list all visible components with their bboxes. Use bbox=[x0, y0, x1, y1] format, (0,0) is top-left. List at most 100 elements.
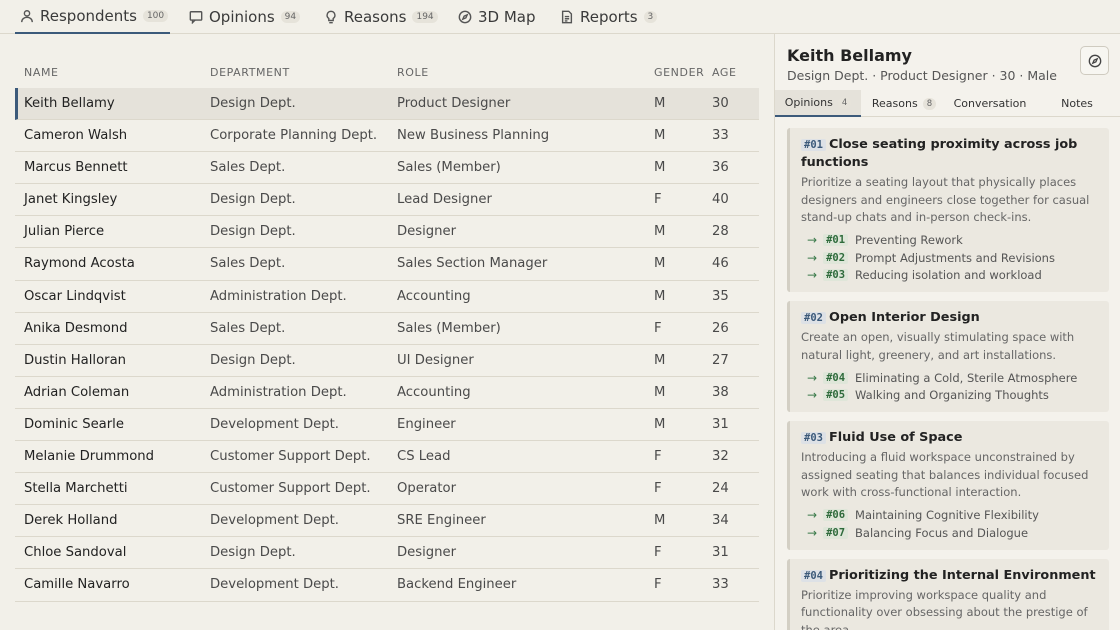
table-row[interactable]: Camille Navarro Development Dept. Backend … bbox=[15, 569, 759, 602]
cell-department: Administration Dept. bbox=[210, 288, 347, 304]
cell-age: 26 bbox=[712, 320, 729, 336]
table-row[interactable]: Raymond Acosta Sales Dept. Sales Section M… bbox=[15, 248, 759, 281]
reason-link[interactable]: → #03 Reducing isolation and workload bbox=[807, 267, 1099, 285]
cell-department: Sales Dept. bbox=[210, 160, 286, 176]
tab-respondents[interactable]: Respondents 100 bbox=[15, 0, 170, 34]
opinion-id-badge: #02 bbox=[801, 312, 826, 324]
cell-name: Marcus Bennett bbox=[24, 160, 128, 176]
detail-tab-opinions[interactable]: Opinions 4 bbox=[775, 90, 861, 117]
detail-tab-conversation[interactable]: Conversation bbox=[947, 90, 1033, 117]
reason-id-badge: #05 bbox=[823, 389, 849, 402]
cell-age: 30 bbox=[712, 96, 729, 111]
table-row[interactable]: Dominic Searle Development Dept. Engineer M… bbox=[15, 409, 759, 442]
opinion-card[interactable]: #04 Prioritizing the Internal Environment… bbox=[787, 558, 1109, 630]
detail-tab-notes[interactable]: Notes bbox=[1033, 90, 1120, 117]
reason-label: Reducing isolation and workload bbox=[855, 268, 1042, 283]
reason-label: Preventing Rework bbox=[855, 233, 963, 248]
cell-age: 34 bbox=[712, 513, 729, 529]
opinion-id-badge: #04 bbox=[801, 569, 826, 582]
reason-link[interactable]: → #04 Eliminating a Cold, Sterile Atmosphe… bbox=[807, 369, 1099, 387]
table-row[interactable]: Janet Kingsley Design Dept. Lead Designer F… bbox=[15, 184, 759, 217]
cell-gender: M bbox=[654, 160, 666, 176]
arrow-right-icon: → bbox=[807, 250, 818, 265]
reason-label: Eliminating a Cold, Sterile Atmosphere bbox=[855, 370, 1078, 385]
reason-link[interactable]: → #06 Maintaining Cognitive Flexibility bbox=[807, 507, 1099, 525]
opinion-card[interactable]: #03 Fluid Use of Space Introducing a fluid… bbox=[787, 421, 1109, 550]
cell-name: Stella Marchetti bbox=[24, 481, 128, 497]
reason-link[interactable]: → #02 Prompt Adjustments and Revisions bbox=[807, 249, 1099, 267]
tab-3d-map[interactable]: 3D Map bbox=[458, 0, 536, 34]
cell-age: 35 bbox=[712, 288, 729, 304]
cell-department: Corporate Planning Dept. bbox=[210, 128, 378, 144]
tab-label: Reports bbox=[580, 8, 638, 26]
arrow-right-icon: → bbox=[807, 233, 818, 248]
count-badge: 4 bbox=[837, 96, 852, 109]
opinion-card[interactable]: #01 Close seating proximity across job fu… bbox=[787, 128, 1109, 292]
column-header-department[interactable]: DEPARTMENT bbox=[210, 66, 290, 79]
table-row[interactable]: Adrian Coleman Administration Dept. Accoun… bbox=[15, 377, 759, 409]
lightbulb-icon bbox=[326, 10, 336, 24]
document-icon bbox=[561, 10, 573, 24]
opinion-title-text: Open Interior Design bbox=[828, 310, 980, 325]
cell-role: UI Designer bbox=[397, 352, 474, 368]
cell-department: Development Dept. bbox=[210, 416, 339, 432]
reason-label: Maintaining Cognitive Flexibility bbox=[855, 508, 1039, 523]
reason-link[interactable]: → #07 Balancing Focus and Dialogue bbox=[807, 524, 1099, 542]
cell-department: Design Dept. bbox=[210, 545, 296, 561]
column-header-age[interactable]: AGE bbox=[712, 66, 737, 79]
cell-gender: M bbox=[654, 352, 666, 368]
tab-reports[interactable]: Reports 3 bbox=[560, 0, 658, 34]
column-header-role[interactable]: ROLE bbox=[397, 66, 429, 79]
opinion-card[interactable]: #02 Open Interior Design Create an open, v… bbox=[787, 301, 1109, 412]
count-badge: 8 bbox=[922, 97, 937, 110]
cell-department: Customer Support Dept. bbox=[210, 449, 371, 465]
opinion-title: #02 Open Interior Design bbox=[801, 309, 1099, 327]
table-row[interactable]: Anika Desmond Sales Dept. Sales (Member) F 2… bbox=[15, 313, 759, 345]
cell-gender: F bbox=[654, 320, 662, 336]
table-header: NAME DEPARTMENT ROLE GENDER AGE bbox=[15, 56, 759, 88]
table-row[interactable]: Derek Holland Development Dept. SRE Engine… bbox=[15, 505, 759, 538]
cell-role: Sales Section Manager bbox=[397, 256, 548, 272]
column-header-gender[interactable]: GENDER bbox=[654, 66, 704, 79]
tab-opinions[interactable]: Opinions 94 bbox=[189, 0, 301, 34]
cell-role: Designer bbox=[397, 545, 457, 561]
table-row[interactable]: Keith Bellamy Design Dept. Product Designe… bbox=[15, 88, 759, 121]
cell-name: Adrian Coleman bbox=[24, 384, 130, 400]
table-row[interactable]: Stella Marchetti Customer Support Dept. Op… bbox=[15, 473, 759, 506]
cell-name: Cameron Walsh bbox=[24, 128, 128, 144]
reason-label: Walking and Organizing Thoughts bbox=[855, 388, 1049, 403]
cell-department: Administration Dept. bbox=[210, 384, 347, 400]
cell-department: Design Dept. bbox=[210, 96, 296, 111]
opinion-description: Create an open, visually stimulating spa… bbox=[801, 330, 1075, 362]
reason-label: Balancing Focus and Dialogue bbox=[855, 525, 1029, 540]
reason-link[interactable]: → #05 Walking and Organizing Thoughts bbox=[807, 387, 1099, 405]
detail-tab-reasons[interactable]: Reasons 8 bbox=[861, 90, 947, 117]
cell-department: Customer Support Dept. bbox=[210, 481, 371, 497]
table-row[interactable]: Julian Pierce Design Dept. Designer M 28 bbox=[15, 216, 759, 249]
compass-icon bbox=[458, 10, 472, 24]
tab-label: Opinions bbox=[784, 96, 833, 109]
table-row[interactable]: Dustin Halloran Design Dept. UI Designer M 2… bbox=[15, 345, 759, 377]
opinion-title: #01 Close seating proximity across job fu… bbox=[801, 136, 1099, 172]
cell-role: Product Designer bbox=[397, 96, 511, 111]
table-row[interactable]: Marcus Bennett Sales Dept. Sales (Member) M… bbox=[15, 152, 759, 185]
table-row[interactable]: Cameron Walsh Corporate Planning Dept. New… bbox=[15, 120, 759, 153]
cell-name: Keith Bellamy bbox=[24, 96, 115, 111]
reason-id-badge: #04 bbox=[823, 371, 849, 384]
locate-in-map-button[interactable] bbox=[1080, 46, 1109, 75]
cell-name: Julian Pierce bbox=[24, 224, 105, 240]
table-row[interactable]: Oscar Lindqvist Administration Dept. Accou… bbox=[15, 281, 759, 313]
cell-name: Anika Desmond bbox=[24, 320, 128, 336]
tab-reasons[interactable]: Reasons 194 bbox=[324, 0, 438, 34]
cell-age: 33 bbox=[712, 128, 729, 144]
table-row[interactable]: Melanie Drummond Customer Support Dept. CS… bbox=[15, 441, 759, 474]
cell-name: Dustin Halloran bbox=[24, 352, 127, 368]
reason-link[interactable]: → #01 Preventing Rework bbox=[807, 232, 1099, 250]
arrow-right-icon: → bbox=[807, 370, 818, 385]
cell-gender: M bbox=[654, 513, 666, 529]
column-header-name[interactable]: NAME bbox=[24, 66, 59, 79]
table-row[interactable]: Chloe Sandoval Design Dept. Designer F 31 bbox=[15, 537, 759, 570]
count-badge: 100 bbox=[142, 10, 169, 22]
reason-list: → #01 Preventing Rework → #02 Prompt Adjustme… bbox=[801, 232, 1099, 285]
reason-list: → #04 Eliminating a Cold, Sterile Atmosphe… bbox=[801, 369, 1099, 404]
